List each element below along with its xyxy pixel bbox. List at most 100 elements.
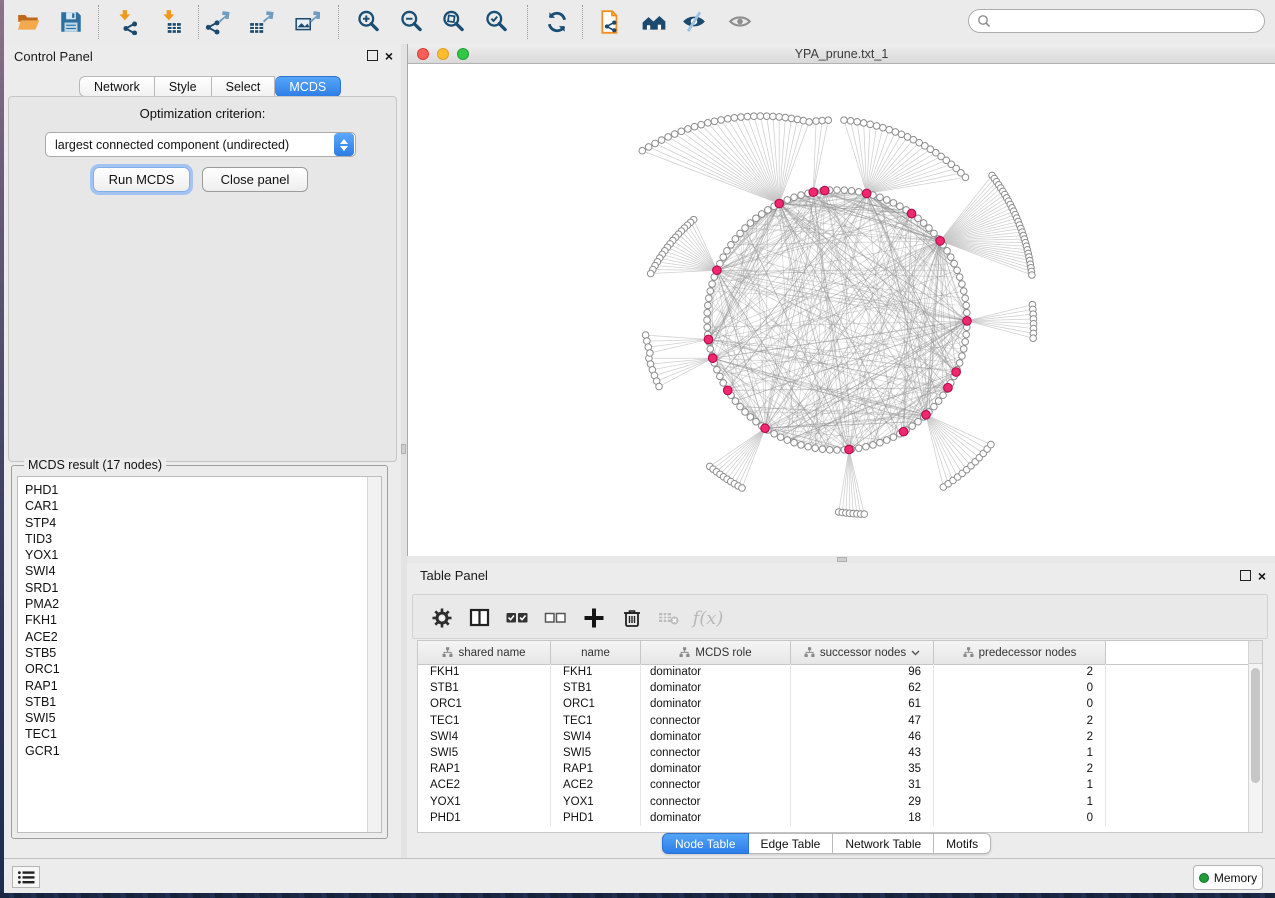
- column-header-shared-name[interactable]: shared name: [418, 641, 551, 664]
- column-header-successor-nodes[interactable]: successor nodes: [791, 641, 934, 664]
- open-file-icon[interactable]: [15, 8, 43, 36]
- delete-row-icon[interactable]: [617, 603, 647, 633]
- mcds-result-scrollbar[interactable]: [367, 477, 381, 832]
- mcds-result-item[interactable]: PMA2: [25, 596, 60, 612]
- mcds-result-groupbox: MCDS result (17 nodes) PHD1CAR1STP4TID3Y…: [11, 465, 388, 839]
- close-panel-icon[interactable]: ×: [385, 51, 393, 61]
- list-icon: [17, 870, 35, 885]
- zoom-fit-icon[interactable]: [440, 8, 468, 36]
- network-overview-icon[interactable]: [640, 8, 668, 36]
- table-row[interactable]: ORC1ORC1dominator610: [418, 696, 1249, 712]
- mcds-result-item[interactable]: PHD1: [25, 482, 60, 498]
- column-type-icon: [679, 647, 690, 658]
- mcds-result-list[interactable]: PHD1CAR1STP4TID3YOX1SWI4SRD1PMA2FKH1ACE2…: [17, 476, 382, 833]
- tab-select[interactable]: Select: [212, 76, 276, 97]
- mcds-result-item[interactable]: FKH1: [25, 612, 60, 628]
- column-header-filler: [1106, 641, 1249, 664]
- network-view-window: YPA_prune.txt_1: [407, 44, 1275, 556]
- mcds-result-item[interactable]: TEC1: [25, 726, 60, 742]
- export-document-icon[interactable]: [597, 8, 625, 36]
- import-table-icon[interactable]: [157, 8, 185, 36]
- mcds-result-item[interactable]: SWI5: [25, 710, 60, 726]
- tab-edge-table[interactable]: Edge Table: [749, 833, 834, 854]
- toolbar-separator: [582, 5, 583, 39]
- mcds-result-item[interactable]: ACE2: [25, 629, 60, 645]
- zoom-in-icon[interactable]: [355, 8, 383, 36]
- memory-label: Memory: [1214, 871, 1257, 885]
- mcds-result-item[interactable]: STB1: [25, 694, 60, 710]
- table-row[interactable]: PHD1PHD1dominator180: [418, 810, 1249, 826]
- zoom-selected-icon[interactable]: [483, 8, 511, 36]
- save-session-icon[interactable]: [57, 8, 85, 36]
- mcds-result-item[interactable]: GCR1: [25, 743, 60, 759]
- table-row[interactable]: TEC1TEC1connector472: [418, 713, 1249, 729]
- delete-table-icon[interactable]: [654, 603, 684, 633]
- table-scrollbar-thumb[interactable]: [1251, 668, 1260, 783]
- tab-network-table[interactable]: Network Table: [833, 833, 934, 854]
- mcds-result-item[interactable]: STB5: [25, 645, 60, 661]
- mcds-result-item[interactable]: TID3: [25, 531, 60, 547]
- mcds-result-item[interactable]: STP4: [25, 515, 60, 531]
- network-window-titlebar[interactable]: YPA_prune.txt_1: [408, 44, 1275, 64]
- zoom-out-icon[interactable]: [398, 8, 426, 36]
- table-panel: Table Panel × f(x) shared namename MCDS …: [407, 563, 1275, 858]
- import-network-icon[interactable]: [113, 8, 141, 36]
- show-all-icon[interactable]: [726, 8, 754, 36]
- search-input[interactable]: [968, 9, 1265, 33]
- column-type-icon: [804, 647, 815, 658]
- table-row[interactable]: SWI5SWI5connector431: [418, 745, 1249, 761]
- mcds-result-item[interactable]: ORC1: [25, 661, 60, 677]
- divider-grip[interactable]: [401, 444, 406, 454]
- optimization-criterion-label: Optimization criterion:: [4, 106, 401, 121]
- run-mcds-button[interactable]: Run MCDS: [93, 167, 190, 192]
- table-row[interactable]: SWI4SWI4dominator462: [418, 729, 1249, 745]
- table-row[interactable]: RAP1RAP1dominator352: [418, 761, 1249, 777]
- status-bar: Memory: [4, 858, 1275, 893]
- hide-selected-icon[interactable]: [680, 8, 708, 36]
- mcds-result-item[interactable]: CAR1: [25, 498, 60, 514]
- control-panel-title: Control Panel: [14, 49, 93, 64]
- table-row[interactable]: STB1STB1dominator620: [418, 680, 1249, 696]
- column-header-name[interactable]: name: [551, 641, 641, 664]
- select-all-icon[interactable]: [502, 603, 532, 633]
- close-table-panel-icon[interactable]: ×: [1258, 571, 1266, 581]
- deselect-all-icon[interactable]: [540, 603, 570, 633]
- criterion-dropdown[interactable]: largest connected component (undirected): [45, 132, 356, 157]
- float-table-panel-icon[interactable]: [1240, 570, 1251, 581]
- mcds-result-item[interactable]: YOX1: [25, 547, 60, 563]
- export-network-icon[interactable]: [203, 8, 231, 36]
- mcds-result-item[interactable]: RAP1: [25, 678, 60, 694]
- memory-button[interactable]: Memory: [1193, 865, 1263, 890]
- refresh-view-icon[interactable]: [543, 8, 571, 36]
- table-header-row: shared namename MCDS role successor node…: [418, 641, 1249, 665]
- function-builder-icon[interactable]: f(x): [693, 603, 723, 633]
- table-row[interactable]: YOX1YOX1connector291: [418, 794, 1249, 810]
- export-table-icon[interactable]: [247, 8, 275, 36]
- horizontal-split-divider[interactable]: [407, 556, 1275, 563]
- table-row[interactable]: FKH1FKH1dominator962: [418, 664, 1249, 680]
- columns-icon[interactable]: [465, 603, 495, 633]
- table-row[interactable]: ACE2ACE2connector311: [418, 777, 1249, 793]
- criterion-value: largest connected component (undirected): [46, 138, 334, 152]
- tab-network[interactable]: Network: [79, 76, 155, 97]
- column-header-MCDS-role[interactable]: MCDS role: [641, 641, 791, 664]
- float-panel-icon[interactable]: [367, 50, 378, 61]
- tab-mcds[interactable]: MCDS: [275, 76, 341, 97]
- tab-style[interactable]: Style: [155, 76, 212, 97]
- mcds-result-item[interactable]: SWI4: [25, 563, 60, 579]
- tab-node-table[interactable]: Node Table: [662, 833, 749, 854]
- tab-motifs[interactable]: Motifs: [934, 833, 991, 854]
- column-header-predecessor-nodes[interactable]: predecessor nodes: [934, 641, 1106, 664]
- add-row-icon[interactable]: [579, 603, 609, 633]
- export-image-icon[interactable]: [293, 8, 321, 36]
- mcds-result-item[interactable]: SRD1: [25, 580, 60, 596]
- network-canvas[interactable]: [408, 64, 1275, 556]
- table-panel-tabs: Node TableEdge TableNetwork TableMotifs: [662, 833, 991, 854]
- divider-grip-horizontal[interactable]: [837, 557, 847, 562]
- close-panel-button[interactable]: Close panel: [202, 167, 308, 192]
- toolbar-separator: [338, 5, 339, 39]
- gear-icon[interactable]: [427, 603, 457, 633]
- task-history-button[interactable]: [12, 866, 40, 888]
- memory-status-icon: [1199, 873, 1209, 883]
- table-scrollbar[interactable]: [1248, 641, 1262, 832]
